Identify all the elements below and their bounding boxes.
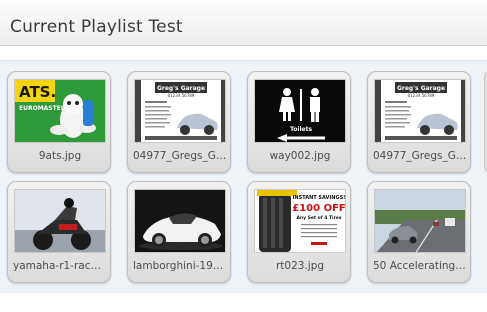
file-name: 04977_Gregs_Gar... [373,150,472,162]
ats-euromaster-ad-image: ATS. EUROMASTER [14,79,106,143]
instant-savings-text: INSTANT SAVINGS! [293,195,346,201]
euromaster-text: EUROMASTER [19,105,66,112]
panel-title: Current Playlist Test [10,17,183,37]
playlist-item[interactable]: Toilets way002.jpg [247,71,351,173]
phone-text: 01234 56789 [408,93,435,98]
phone-text: 01234 56789 [168,93,195,98]
gregs-garage-text: Greg's Garage [157,85,205,92]
gregs-garage-flyer-image: Greg's Garage 01234 56789 [134,79,226,143]
file-name: yamaha-r1-race-... [13,260,111,272]
panel-header: Current Playlist Test [0,0,487,46]
motorbike-racer-image [14,189,106,253]
gregs-garage-text: Greg's Garage [397,85,445,92]
file-name: 50 Accelerating ... [373,260,469,272]
playlist-item[interactable]: INSTANT SAVINGS! £100 OFF Any Set of 4 T… [247,181,351,283]
file-name: rt023.jpg [275,260,325,272]
cars-on-road-image [374,189,466,253]
toilets-text: Toilets [290,126,312,133]
any-set-text: Any Set of 4 Tires [296,215,341,221]
playlist-item[interactable]: yamaha-r1-race-... [7,181,111,283]
playlist-item[interactable]: 50 Accelerating ... [367,181,471,283]
tyre-offer-ad-image: INSTANT SAVINGS! £100 OFF Any Set of 4 T… [254,189,346,253]
file-name: 04977_Gregs_Gar... [133,150,232,162]
toilets-sign-image: Toilets [254,79,346,143]
ats-logo-text: ATS. [19,83,56,101]
playlist-item[interactable]: lamborghini-1920... [127,181,232,283]
file-name: 9ats.jpg [38,150,82,162]
file-name: way002.jpg [269,150,331,162]
playlist-item[interactable]: Greg's Garage 01234 56789 04977_Gregs_Ga… [127,71,232,173]
gregs-garage-flyer-image: Greg's Garage 01234 56789 [374,79,466,143]
playlist-strip: ATS. EUROMASTER 9ats.jpg Greg's Garage 0… [0,60,487,293]
white-sports-car-image [134,189,226,253]
playlist-item[interactable]: ATS. EUROMASTER 9ats.jpg [7,71,111,173]
file-name: lamborghini-1920... [133,260,232,272]
offer-text: £100 OFF [292,203,345,214]
playlist-item[interactable]: Greg's Garage 01234 56789 04977_Gregs_Ga… [367,71,472,173]
